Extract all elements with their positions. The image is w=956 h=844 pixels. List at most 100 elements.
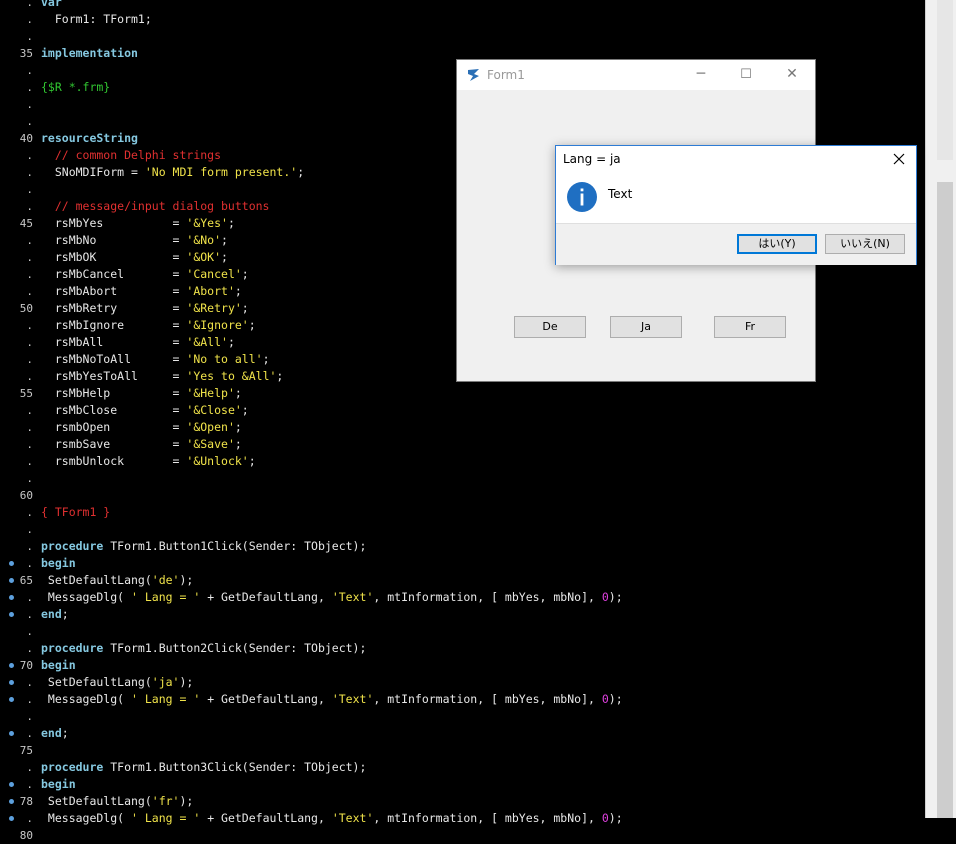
code-line[interactable]: . MessageDlg( ' Lang = ' + GetDefaultLan… — [0, 589, 925, 606]
code-token: ' Lang = ' — [131, 590, 201, 604]
code-token: '&Ignore' — [186, 318, 249, 332]
code-token: '&Save' — [186, 437, 235, 451]
line-number: . — [26, 370, 33, 383]
code-line[interactable]: 78 SetDefaultLang('fr'); — [0, 793, 925, 810]
code-line[interactable]: . procedure TForm1.Button1Click(Sender: T… — [0, 538, 925, 555]
line-number: . — [26, 625, 33, 638]
code-token: // common Delphi strings — [41, 148, 222, 162]
code-token: ; — [297, 165, 305, 179]
code-line[interactable]: . MessageDlg( ' Lang = ' + GetDefaultLan… — [0, 810, 925, 827]
code-text: MessageDlg( ' Lang = ' + GetDefaultLang,… — [41, 810, 623, 827]
maximize-button[interactable]: ☐ — [723, 60, 769, 90]
code-text: // common Delphi strings — [41, 147, 221, 164]
form1-titlebar[interactable]: Form1 ─ ☐ ✕ — [457, 60, 815, 90]
code-text: procedure TForm1.Button3Click(Sender: TO… — [41, 759, 366, 776]
code-text: rsMbIgnore = '&Ignore'; — [41, 317, 256, 334]
code-token: ); — [608, 590, 623, 604]
code-token: ; — [234, 386, 242, 400]
minimize-button[interactable]: ─ — [678, 60, 724, 90]
line-number: . — [26, 591, 33, 604]
code-line[interactable]: . begin — [0, 555, 925, 572]
code-token: rsMbClose = — [41, 403, 187, 417]
code-token: begin — [41, 777, 76, 791]
code-token: Form1: TForm1; — [41, 12, 152, 26]
code-token: rsMbNoToAll = — [41, 352, 187, 366]
code-token: '&Close' — [186, 403, 242, 417]
code-line[interactable]: . — [0, 470, 925, 487]
code-line[interactable]: . { TForm1 } — [0, 504, 925, 521]
code-line[interactable]: . procedure TForm1.Button2Click(Sender: T… — [0, 640, 925, 657]
code-token: ); — [179, 573, 194, 587]
dialog-close-icon[interactable] — [886, 148, 912, 170]
code-line[interactable]: . — [0, 708, 925, 725]
scrollbar-thumb[interactable] — [937, 182, 953, 818]
code-line[interactable]: . — [0, 623, 925, 640]
code-line[interactable]: . — [0, 28, 925, 45]
code-line[interactable]: . rsMbClose = '&Close'; — [0, 402, 925, 419]
no-button[interactable]: いいえ(N) — [825, 234, 905, 254]
code-text: rsMbNo = '&No'; — [41, 232, 228, 249]
line-number: 50 — [19, 302, 33, 315]
code-token: ); — [179, 675, 194, 689]
code-line[interactable]: . procedure TForm1.Button3Click(Sender: T… — [0, 759, 925, 776]
code-token: ; — [234, 284, 242, 298]
code-token: ; — [234, 420, 242, 434]
code-line[interactable]: . var — [0, 0, 925, 11]
code-token: MessageDlg( — [41, 692, 132, 706]
code-line[interactable]: . — [0, 521, 925, 538]
code-token: MessageDlg( — [41, 811, 132, 825]
code-line[interactable]: . rsmbSave = '&Save'; — [0, 436, 925, 453]
line-number: 70 — [19, 659, 33, 672]
close-button[interactable]: ✕ — [769, 60, 815, 90]
code-line[interactable]: . SetDefaultLang('ja'); — [0, 674, 925, 691]
scrollbar-track-upper[interactable] — [937, 0, 953, 160]
code-text: rsMbOK = '&OK'; — [41, 249, 228, 266]
code-token: ; — [227, 335, 235, 349]
code-token: 0 — [601, 590, 609, 604]
dialog-button-bar: はい(Y) いいえ(N) — [556, 223, 916, 265]
code-line[interactable]: 80 — [0, 827, 925, 844]
code-line[interactable]: . Form1: TForm1; — [0, 11, 925, 28]
code-token: ; — [227, 216, 235, 230]
code-token: ; — [248, 454, 256, 468]
form1-title: Form1 — [487, 68, 525, 82]
code-text: Form1: TForm1; — [41, 11, 152, 28]
code-line[interactable]: . end; — [0, 725, 925, 742]
button-fr[interactable]: Fr — [714, 316, 786, 338]
code-text: MessageDlg( ' Lang = ' + GetDefaultLang,… — [41, 589, 623, 606]
code-line[interactable]: 65 SetDefaultLang('de'); — [0, 572, 925, 589]
code-token: 'de' — [151, 573, 180, 587]
code-line[interactable]: . rsmbOpen = '&Open'; — [0, 419, 925, 436]
code-text: rsMbAll = '&All'; — [41, 334, 235, 351]
code-token: SNoMDIForm = — [41, 165, 145, 179]
information-icon — [567, 182, 597, 212]
line-number: . — [26, 353, 33, 366]
code-text: {$R *.frm} — [41, 79, 110, 96]
code-line[interactable]: . rsmbUnlock = '&Unlock'; — [0, 453, 925, 470]
code-line[interactable]: . begin — [0, 776, 925, 793]
code-text: rsmbUnlock = '&Unlock'; — [41, 453, 256, 470]
button-ja[interactable]: Ja — [610, 316, 682, 338]
code-line[interactable]: . MessageDlg( ' Lang = ' + GetDefaultLan… — [0, 691, 925, 708]
line-number: . — [26, 319, 33, 332]
yes-button[interactable]: はい(Y) — [737, 234, 817, 254]
code-token: 0 — [601, 692, 609, 706]
line-number: . — [26, 557, 33, 570]
code-token: 'Abort' — [186, 284, 235, 298]
code-token: rsMbYesToAll = — [41, 369, 187, 383]
code-text: SetDefaultLang('fr'); — [41, 793, 193, 810]
code-text: rsmbOpen = '&Open'; — [41, 419, 242, 436]
line-number: . — [26, 472, 33, 485]
code-token: 'Yes to &All' — [186, 369, 277, 383]
code-line[interactable]: . end; — [0, 606, 925, 623]
code-token: ; — [262, 352, 270, 366]
code-line[interactable]: 75 — [0, 742, 925, 759]
code-line[interactable]: 70 begin — [0, 657, 925, 674]
code-line[interactable]: 55 rsMbHelp = '&Help'; — [0, 385, 925, 402]
button-de[interactable]: De — [514, 316, 586, 338]
code-text: end; — [41, 725, 69, 742]
lazarus-app-icon — [468, 69, 479, 81]
code-token: rsmbUnlock = — [41, 454, 187, 468]
code-line[interactable]: 60 — [0, 487, 925, 504]
line-number: . — [26, 81, 33, 94]
